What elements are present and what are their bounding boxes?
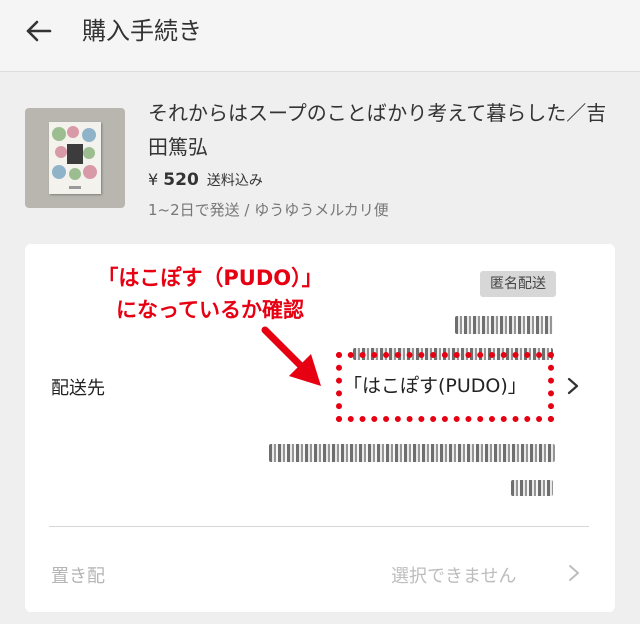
anonymous-shipping-badge: 匿名配送 [480, 271, 556, 297]
okihai-value: 選択できません [391, 566, 517, 587]
shipping-info: 1~2日で発送 / ゆうゆうメルカリ便 [148, 201, 389, 219]
redacted-text [455, 316, 553, 334]
app-header: 購入手続き [0, 0, 640, 72]
item-price: ¥ 520 送料込み [148, 170, 263, 190]
annotation-arrow-icon [261, 326, 321, 386]
divider [49, 526, 589, 527]
chevron-right-icon [569, 565, 579, 581]
annotation-highlight-box [336, 352, 554, 422]
book-cover-image [49, 122, 101, 194]
annotation-callout: 「はこぽす（PUDO）」 になっているか確認 [50, 262, 370, 326]
item-title: それからはスープのことばかり考えて暮らした／吉田篤弘 [148, 101, 607, 159]
arrow-left-icon [26, 20, 52, 42]
annotation-line-1: 「はこぽす（PUDO）」 [97, 266, 323, 290]
currency-symbol: ¥ [148, 170, 159, 189]
redacted-text [511, 480, 553, 496]
chevron-right-icon[interactable] [565, 374, 581, 398]
back-button[interactable] [22, 14, 56, 48]
price-value: 520 [163, 170, 199, 190]
item-summary: それからはスープのことばかり考えて暮らした／吉田篤弘 ¥ 520 送料込み 1~… [0, 72, 640, 242]
page-title: 購入手続き [82, 17, 202, 45]
item-thumbnail[interactable] [25, 108, 125, 208]
redacted-text [269, 444, 555, 462]
price-note: 送料込み [206, 173, 263, 189]
okihai-label: 置き配 [51, 566, 105, 587]
delivery-destination-label: 配送先 [51, 378, 105, 399]
